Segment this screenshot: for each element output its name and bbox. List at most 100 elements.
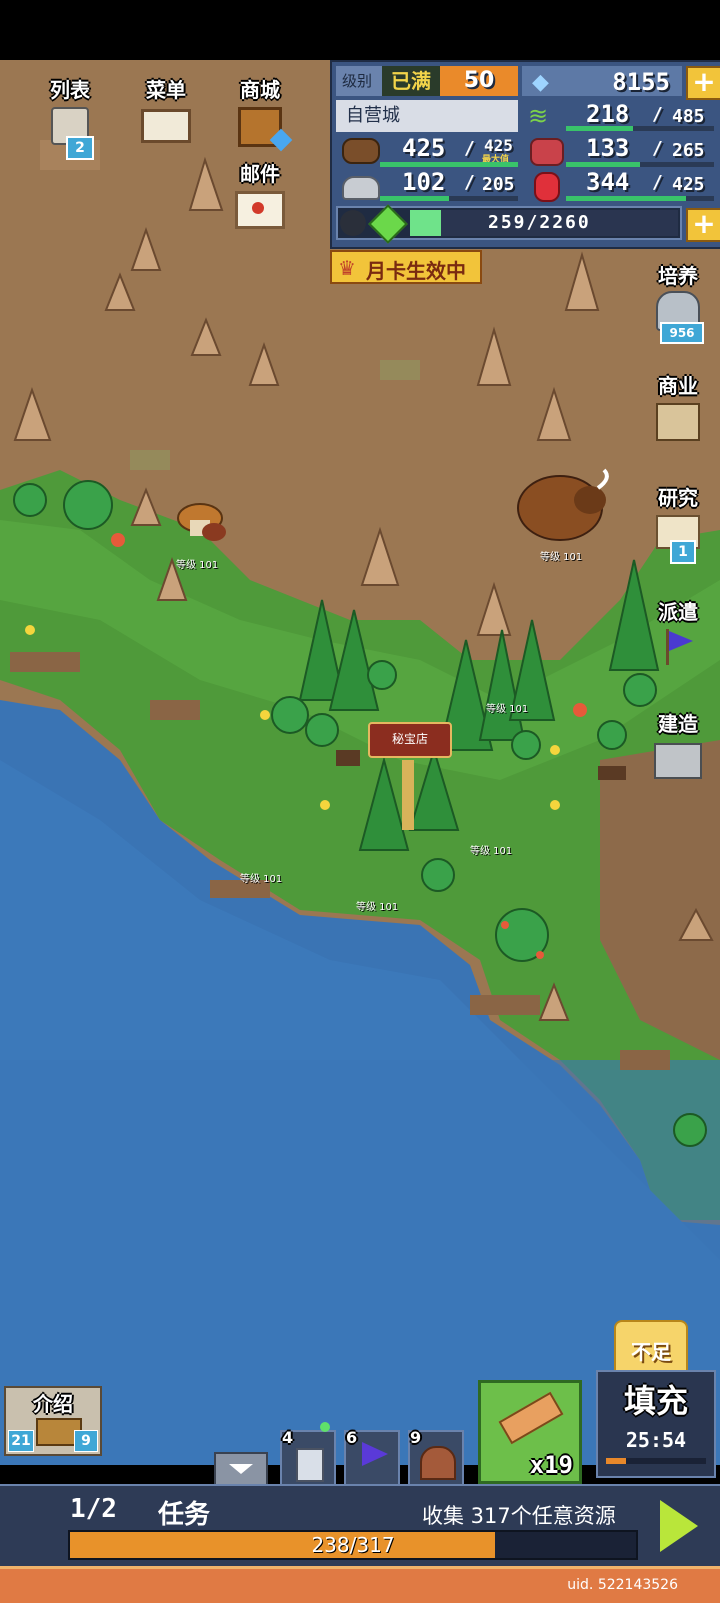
- stone-separator: /: [464, 172, 475, 193]
- refill-timer: 25:54: [625, 1428, 687, 1452]
- business-button[interactable]: 商业: [640, 370, 716, 446]
- user-id: uid. 522143526: [567, 1577, 678, 1593]
- research-button[interactable]: 研究 1: [640, 482, 716, 568]
- quest-go-button[interactable]: [660, 1500, 698, 1552]
- dispatch-label: 派遣: [658, 600, 698, 624]
- level-tag: 等级 101: [486, 704, 529, 715]
- train-button[interactable]: 培养 956: [640, 260, 716, 346]
- slot2-count: 6: [346, 1428, 358, 1447]
- list-badge: 2: [66, 136, 94, 160]
- quest-progress: 1/2: [70, 1494, 117, 1524]
- food-row: 133 / 265: [522, 134, 718, 167]
- ore-value: 344: [586, 168, 630, 196]
- train-badge: 956: [660, 322, 704, 344]
- hammer-icon: [654, 743, 702, 779]
- crown-icon: ♛: [338, 256, 356, 280]
- intro-label: 介绍: [33, 1392, 73, 1416]
- stone-icon: [342, 176, 380, 200]
- city-name[interactable]: 自营城: [336, 100, 518, 132]
- wood-separator: /: [464, 138, 475, 159]
- level-value: 50: [440, 66, 518, 96]
- intro-left-count: 21: [8, 1430, 34, 1452]
- add-exp-button[interactable]: +: [686, 208, 720, 242]
- shop-button[interactable]: 商城: [228, 74, 293, 154]
- food-max: 265: [672, 140, 705, 161]
- wheat-icon: ≋: [528, 102, 549, 130]
- refill-label: 填充: [623, 1382, 688, 1420]
- resource-hud: 级别 已满 50 ◆ 8155 + 自营城 ≋ 218 / 485 425 / …: [330, 60, 720, 249]
- grass-bar: [566, 126, 714, 131]
- hammer-item-button[interactable]: x19: [478, 1380, 582, 1484]
- mail-button[interactable]: 邮件: [228, 158, 292, 238]
- hammer-count: x19: [529, 1451, 573, 1479]
- monthly-card-text: 月卡生效中: [366, 259, 466, 283]
- item-slot-flag[interactable]: 6: [344, 1428, 400, 1486]
- flag-icon: [660, 629, 696, 665]
- mail-label: 邮件: [240, 162, 280, 186]
- gems-row[interactable]: ◆ 8155: [522, 66, 682, 96]
- slot3-count: 9: [410, 1428, 422, 1447]
- food-value: 133: [586, 134, 630, 162]
- log-icon: [342, 138, 380, 164]
- diamond-icon: ◆: [532, 70, 549, 95]
- grass-max: 485: [672, 106, 705, 127]
- quest-title: 任务: [158, 1500, 211, 1530]
- slot1-count: 4: [282, 1428, 294, 1447]
- food-bar: [566, 162, 714, 167]
- grass-value: 218: [586, 100, 630, 128]
- ore-row: 344 / 425: [522, 168, 718, 202]
- quest-progress-text: 238/317: [311, 1533, 395, 1557]
- research-badge: 1: [670, 540, 696, 564]
- intro-button[interactable]: 介绍 21 9: [4, 1386, 102, 1456]
- chevron-down-icon: [229, 1464, 253, 1474]
- food-icon: [530, 138, 564, 166]
- grass-separator: /: [652, 104, 663, 125]
- treasure-shop-sign[interactable]: 秘宝店: [368, 722, 452, 758]
- item-slot-castle[interactable]: 4: [280, 1422, 336, 1486]
- notification-dot: [320, 1422, 330, 1432]
- build-label: 建造: [658, 712, 698, 736]
- treasure-chest-icon: [238, 107, 293, 152]
- intro-right-count: 9: [74, 1430, 98, 1452]
- build-button[interactable]: 建造: [640, 708, 716, 784]
- list-button[interactable]: 列表 2: [40, 74, 100, 160]
- add-gems-button[interactable]: +: [686, 66, 720, 100]
- quest-description: 收集 317个任意资源: [422, 1504, 616, 1528]
- research-label: 研究: [658, 486, 698, 510]
- level-tag: 等级 101: [470, 846, 513, 857]
- exp-row: 259/2260: [336, 204, 682, 244]
- ore-separator: /: [652, 172, 663, 193]
- level-tag: 等级 101: [540, 552, 583, 563]
- refill-top-label: 不足: [631, 1340, 671, 1364]
- stone-max: 205: [482, 174, 515, 195]
- exp-value: 259/2260: [488, 212, 591, 233]
- gems-value: 8155: [612, 68, 670, 96]
- quest-panel[interactable]: 1/2 任务 收集 317个任意资源 238/317: [0, 1484, 720, 1568]
- refill-button[interactable]: 不足 填充 25:54: [596, 1320, 716, 1478]
- grass-row: ≋ 218 / 485: [522, 100, 718, 132]
- level-row: 级别 已满 50: [336, 66, 518, 96]
- house-icon: [656, 403, 700, 441]
- hammer-icon: [498, 1391, 564, 1445]
- level-status: 已满: [382, 66, 440, 96]
- green-gem-icon: [368, 204, 408, 244]
- dispatch-button[interactable]: 派遣: [640, 596, 716, 672]
- ruby-icon: [534, 172, 560, 202]
- refill-progress: [606, 1458, 706, 1464]
- wood-row: 425 / 425 最大值: [336, 134, 518, 167]
- wood-value: 425: [402, 134, 446, 162]
- castle-icon: [296, 1448, 324, 1482]
- monthly-card-badge[interactable]: ♛ 月卡生效中: [330, 250, 482, 284]
- item-slot-cave[interactable]: 9: [408, 1428, 464, 1486]
- envelope-icon: [235, 191, 285, 229]
- food-separator: /: [652, 138, 663, 159]
- ore-max: 425: [672, 174, 705, 195]
- level-tag: 等级 101: [176, 560, 219, 571]
- footer-bar: uid. 522143526: [0, 1566, 720, 1603]
- menu-label: 菜单: [146, 78, 186, 102]
- stone-value: 102: [402, 168, 446, 196]
- dark-orb-icon: [340, 210, 366, 236]
- menu-button[interactable]: 菜单: [136, 74, 196, 154]
- level-tag: 等级 101: [240, 874, 283, 885]
- collapse-button[interactable]: [214, 1452, 268, 1486]
